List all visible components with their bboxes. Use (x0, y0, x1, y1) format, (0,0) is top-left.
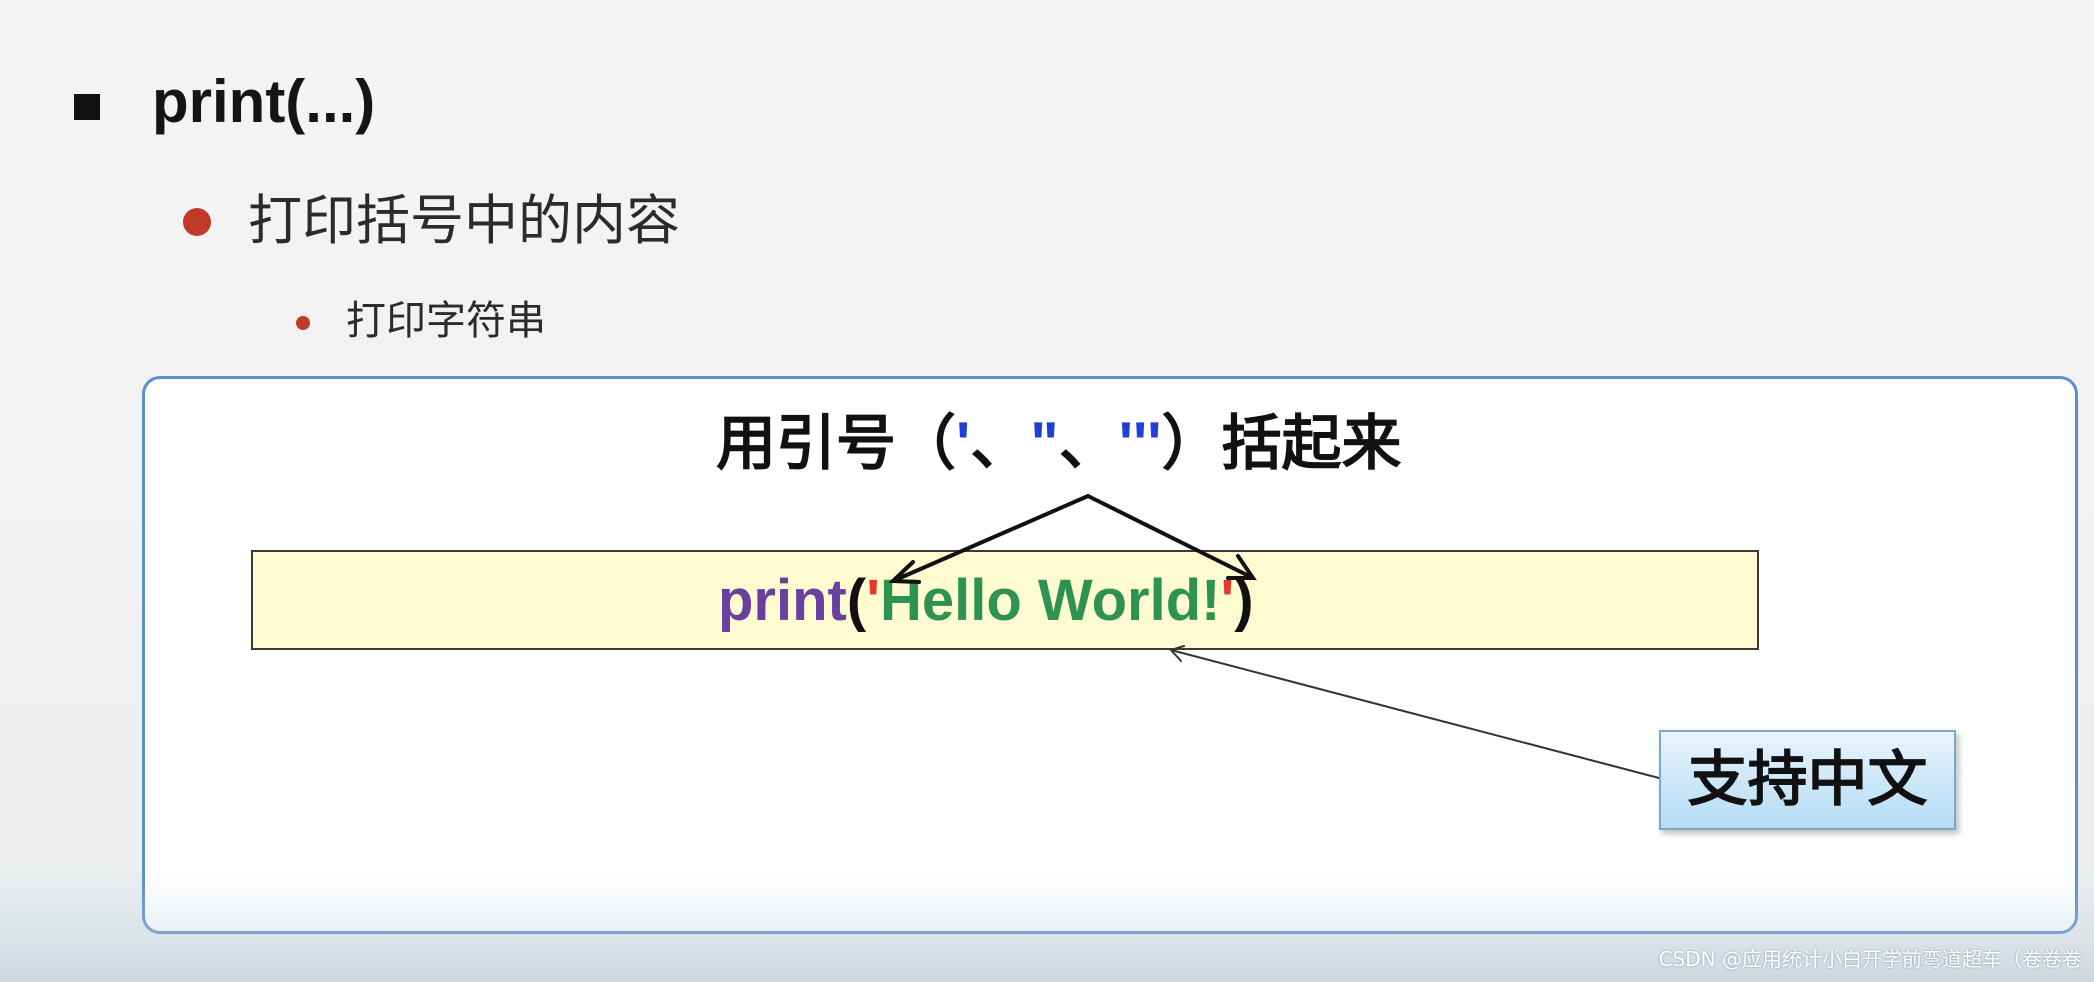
subsubheading: 打印字符串 (346, 298, 546, 344)
subheading: 打印括号中的内容 (248, 189, 680, 252)
code-close-paren: ) (1234, 568, 1254, 633)
slide: print(...) 打印括号中的内容 打印字符串 用引号（'、"、'''）括起… (0, 0, 2094, 982)
code-open-quote: ' (866, 568, 880, 633)
caption-double-quote: " (1030, 410, 1059, 477)
code-open-paren: ( (846, 568, 867, 633)
caption-suffix: ）括起来 (1161, 410, 1402, 477)
chinese-support-callout: 支持中文 (1659, 730, 1956, 830)
quote-caption: 用引号（'、"、'''）括起来 (716, 404, 1402, 484)
code-string: Hello World! (879, 568, 1221, 633)
round-bullet-icon (183, 208, 211, 236)
code-line: print('Hello World!') (718, 566, 1254, 636)
caption-prefix: 用引号（ (716, 410, 956, 477)
square-bullet-icon (74, 94, 100, 120)
watermark: CSDN @应用统计小白开学前弯道超车（卷卷卷 (1658, 947, 2082, 971)
caption-triple-quote: ''' (1118, 410, 1162, 477)
slide-heading: print(...) (152, 68, 376, 135)
caption-single-quote: ' (956, 410, 971, 477)
caption-separator: 、 (1058, 410, 1119, 477)
code-keyword: print (718, 568, 847, 633)
code-close-quote: ' (1220, 568, 1235, 633)
caption-separator: 、 (970, 410, 1031, 477)
small-round-bullet-icon (296, 316, 310, 330)
